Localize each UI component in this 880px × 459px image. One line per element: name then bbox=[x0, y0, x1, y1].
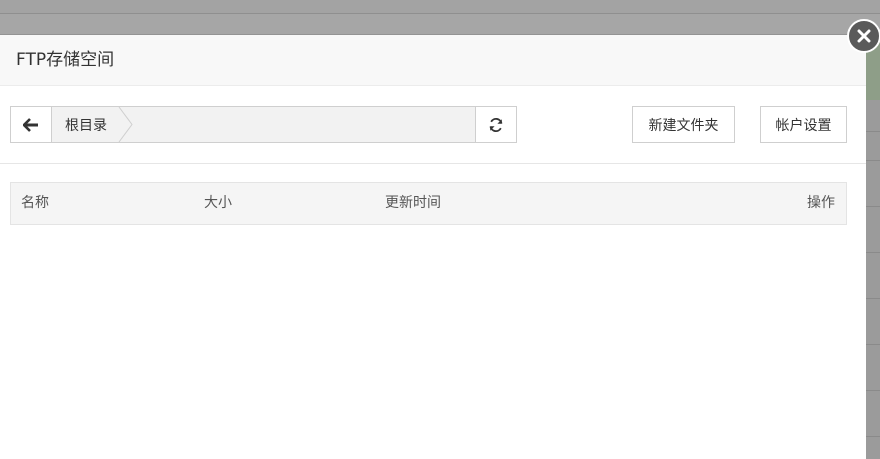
toolbar: 根目录 新建文件夹 帐户设置 bbox=[0, 106, 866, 144]
refresh-icon bbox=[489, 117, 503, 132]
background-line bbox=[866, 436, 880, 437]
file-table-header: 名称 大小 更新时间 操作 bbox=[10, 182, 847, 225]
background-bar bbox=[0, 14, 880, 35]
column-header-actions: 操作 bbox=[807, 195, 835, 211]
column-header-name: 名称 bbox=[21, 195, 49, 211]
background-line bbox=[866, 206, 880, 207]
background-line bbox=[866, 344, 880, 345]
new-folder-button[interactable]: 新建文件夹 bbox=[632, 106, 735, 143]
close-icon bbox=[857, 29, 871, 43]
background-line bbox=[866, 390, 880, 391]
column-header-updated: 更新时间 bbox=[385, 195, 441, 211]
dialog-title: FTP存储空间 bbox=[16, 50, 115, 70]
back-button[interactable] bbox=[10, 106, 52, 143]
background-line bbox=[866, 131, 880, 132]
background-line bbox=[866, 252, 880, 253]
arrow-left-icon bbox=[23, 117, 38, 132]
refresh-button[interactable] bbox=[475, 106, 517, 143]
background-bar bbox=[0, 0, 880, 14]
background-line bbox=[866, 298, 880, 299]
ftp-storage-dialog: FTP存储空间 根目录 新建文件夹 帐户设置 名称 大小 更新时间 操作 bbox=[0, 35, 866, 459]
column-header-size: 大小 bbox=[204, 195, 232, 211]
background-line bbox=[866, 160, 880, 161]
close-button[interactable] bbox=[847, 19, 880, 53]
dialog-header: FTP存储空间 bbox=[0, 35, 866, 86]
breadcrumb: 根目录 bbox=[51, 106, 476, 143]
account-settings-button[interactable]: 帐户设置 bbox=[760, 106, 847, 143]
divider bbox=[0, 163, 866, 164]
breadcrumb-root-label: 根目录 bbox=[65, 117, 107, 134]
breadcrumb-separator-icon bbox=[118, 107, 133, 142]
